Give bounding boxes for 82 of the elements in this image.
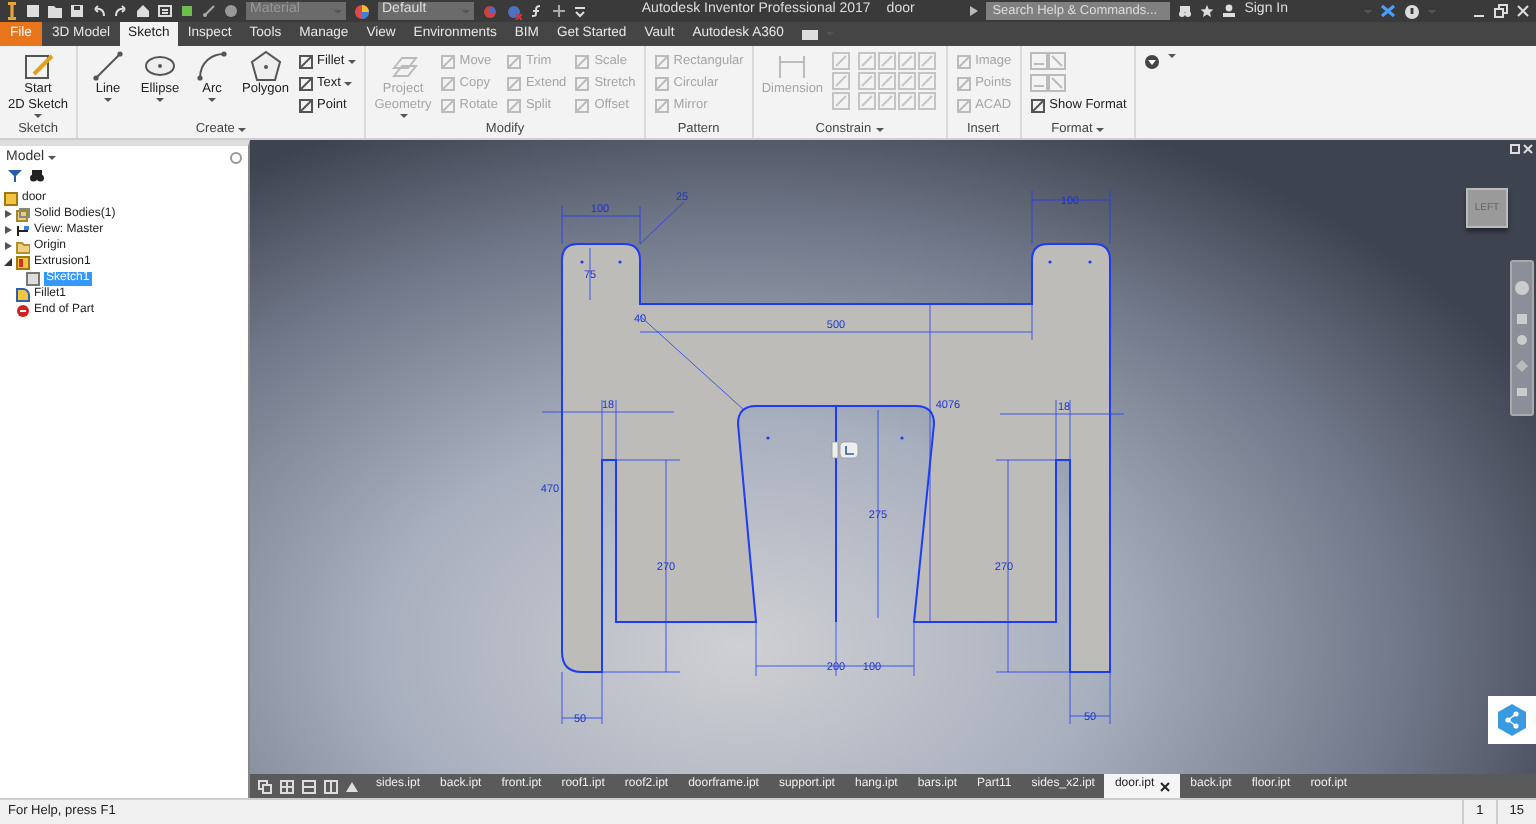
- save-icon[interactable]: [70, 4, 84, 18]
- function-icon[interactable]: [530, 4, 544, 18]
- expand-arrow-icon[interactable]: [970, 6, 979, 16]
- tool-icon: [955, 75, 972, 91]
- tool-icon: [505, 53, 522, 69]
- extrusion-icon: [16, 255, 30, 270]
- folder-icon: [16, 239, 30, 254]
- collapse-arrow-icon[interactable]: [4, 258, 12, 267]
- caret-icon[interactable]: [208, 97, 216, 102]
- tool-icon: [1029, 97, 1046, 113]
- constraint-glyph-icon[interactable]: [831, 441, 859, 459]
- tile-windows-icon[interactable]: [280, 779, 294, 793]
- tool-icon: [955, 53, 972, 69]
- up-arrow-icon[interactable]: [346, 781, 358, 791]
- new-file-icon[interactable]: [26, 4, 40, 18]
- tool-icon: [439, 75, 456, 91]
- sketch-icon: [26, 271, 40, 286]
- fillet-icon: [16, 287, 30, 302]
- home-icon[interactable]: [136, 4, 150, 18]
- expand-arrow-icon[interactable]: [4, 210, 12, 219]
- caret-icon[interactable]: [238, 127, 247, 131]
- tool-icon: [653, 75, 670, 91]
- clear-appearance-icon[interactable]: [506, 3, 522, 19]
- tool-icon: [574, 75, 591, 91]
- tool-icon: [653, 97, 670, 113]
- panel-toggle-icon[interactable]: [801, 29, 818, 39]
- caret-icon[interactable]: [1168, 54, 1177, 58]
- binoculars-icon[interactable]: [1178, 4, 1193, 18]
- customize-icon[interactable]: [574, 5, 586, 17]
- close-icon[interactable]: [1160, 781, 1171, 791]
- line-icon: [92, 50, 124, 82]
- plus-icon[interactable]: [552, 4, 566, 18]
- measure-icon[interactable]: [202, 4, 216, 18]
- tile-vertical-icon[interactable]: [324, 779, 338, 793]
- binoculars-icon[interactable]: [30, 170, 44, 183]
- end-of-part-icon: [16, 303, 30, 318]
- caret-icon[interactable]: [348, 59, 357, 63]
- caret-icon[interactable]: [34, 113, 42, 118]
- expand-arrow-icon[interactable]: [4, 242, 12, 251]
- caret-icon[interactable]: [104, 97, 112, 102]
- star-icon[interactable]: [1200, 4, 1215, 18]
- redo-icon[interactable]: [114, 4, 128, 18]
- display-options-icon[interactable]: [1144, 54, 1161, 70]
- tool-icon: [653, 53, 670, 69]
- share-icon: [1498, 704, 1526, 736]
- restore-icon[interactable]: [1494, 4, 1508, 18]
- undo-icon[interactable]: [92, 4, 106, 18]
- start-sketch-icon: [22, 50, 54, 82]
- caret-icon[interactable]: [156, 97, 164, 102]
- caret-icon[interactable]: [344, 81, 353, 85]
- appearance-icon[interactable]: [482, 3, 498, 19]
- part-icon: [4, 191, 18, 206]
- tool-icon: [297, 97, 313, 113]
- properties-icon[interactable]: [158, 4, 172, 18]
- tool-icon: [505, 97, 522, 113]
- caret-icon[interactable]: [875, 127, 884, 131]
- help-icon[interactable]: [1404, 3, 1420, 19]
- tool-icon: [297, 53, 313, 69]
- tool-icon: [297, 75, 313, 91]
- expand-arrow-icon[interactable]: [4, 226, 12, 235]
- solid-bodies-icon: [16, 207, 30, 222]
- tile-horizontal-icon[interactable]: [302, 779, 316, 793]
- viewport-controls-icon[interactable]: [1510, 144, 1534, 154]
- caret-icon[interactable]: [1096, 127, 1105, 131]
- tool-icon: [439, 97, 456, 113]
- logo-icon: [6, 2, 18, 20]
- share-button[interactable]: [1488, 696, 1536, 744]
- tool-icon: [574, 53, 591, 69]
- caret-icon[interactable]: [48, 156, 57, 161]
- arc-icon: [196, 50, 228, 82]
- filter-icon[interactable]: [8, 170, 22, 183]
- cascade-windows-icon[interactable]: [258, 779, 272, 793]
- tool-icon: [955, 97, 972, 113]
- tool-icon: [574, 97, 591, 113]
- exchange-icon[interactable]: [1380, 4, 1396, 18]
- user-icon[interactable]: [1222, 4, 1237, 18]
- tool-icon: [505, 75, 522, 91]
- tool-icon: [439, 53, 456, 69]
- color-wheel-icon[interactable]: [354, 3, 370, 19]
- view-icon: [16, 223, 30, 238]
- open-folder-icon[interactable]: [48, 4, 62, 18]
- dimension-icon: [776, 50, 809, 82]
